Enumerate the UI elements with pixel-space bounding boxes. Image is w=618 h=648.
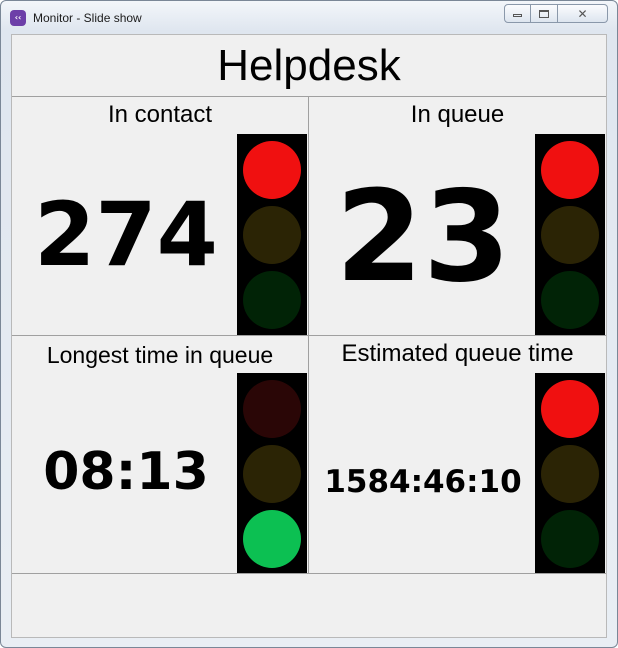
traffic-light [237, 134, 307, 335]
panel-label: Longest time in queue [46, 342, 274, 368]
green-lamp [243, 271, 301, 329]
panel-in-contact: In contact 274 [12, 97, 308, 335]
divider [12, 573, 606, 574]
page-title: Helpdesk [217, 41, 401, 90]
panel-label: Estimated queue time [341, 340, 574, 367]
yellow-lamp [243, 206, 301, 264]
footer-area [12, 575, 606, 637]
panel-longest-time: Longest time in queue 08:13 [12, 336, 308, 573]
green-lamp [541, 510, 599, 568]
panel-value: 1584:46:10 [324, 464, 522, 500]
panel-in-queue: In queue 23 [309, 97, 606, 335]
close-button[interactable]: ✕ [558, 4, 608, 23]
traffic-light [237, 373, 307, 573]
yellow-lamp [541, 206, 599, 264]
panel-label: In queue [410, 101, 505, 128]
app-window: ‹‹ Monitor - Slide show ✕ Helpdesk In co… [0, 0, 618, 648]
green-lamp [541, 271, 599, 329]
monitor-app-icon[interactable]: ‹‹ [10, 10, 26, 26]
yellow-lamp [243, 445, 301, 503]
panel-value: 08:13 [43, 442, 209, 502]
caption-buttons: ✕ [504, 4, 608, 23]
maximize-button[interactable] [531, 4, 558, 23]
minimize-icon [513, 14, 522, 17]
panel-value: 274 [34, 183, 218, 286]
green-lamp [243, 510, 301, 568]
window-title: Monitor - Slide show [33, 11, 142, 25]
traffic-light [535, 134, 605, 335]
minimize-button[interactable] [504, 4, 531, 23]
red-lamp [243, 141, 301, 199]
red-lamp [541, 380, 599, 438]
panel-estimated-queue-time: Estimated queue time 1584:46:10 [309, 336, 606, 573]
yellow-lamp [541, 445, 599, 503]
panel-value: 23 [335, 163, 511, 310]
slide-content: Helpdesk In contact 274 In queue 23 Long… [11, 34, 607, 638]
panel-label: In contact [107, 101, 213, 128]
maximize-icon [539, 9, 549, 18]
close-icon: ✕ [577, 6, 588, 21]
title-bar[interactable]: ‹‹ Monitor - Slide show ✕ [1, 1, 617, 35]
red-lamp [243, 380, 301, 438]
traffic-light [535, 373, 605, 573]
red-lamp [541, 141, 599, 199]
